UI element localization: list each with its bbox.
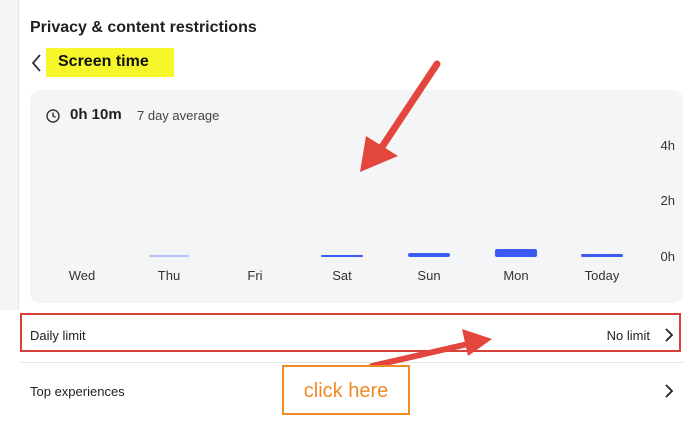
y-tick-label: 0h bbox=[660, 249, 675, 264]
bar-thu bbox=[149, 255, 189, 257]
chevron-left-icon[interactable] bbox=[28, 52, 48, 74]
bar-today bbox=[581, 254, 623, 257]
click-here-callout: click here bbox=[282, 365, 410, 415]
screen-title-highlight: Screen time bbox=[46, 48, 174, 77]
day-label: Fri bbox=[247, 268, 263, 283]
clock-icon bbox=[46, 109, 60, 123]
day-label: Thu bbox=[157, 268, 181, 283]
bar-sun bbox=[408, 253, 450, 257]
bar-sat bbox=[321, 255, 363, 257]
left-rail bbox=[0, 0, 19, 310]
chevron-right-icon[interactable] bbox=[662, 383, 676, 399]
y-tick-label: 2h bbox=[660, 193, 675, 208]
y-tick-label: 4h bbox=[660, 138, 675, 153]
day-label: Mon bbox=[503, 268, 529, 283]
day-label: Sun bbox=[417, 268, 441, 283]
top-experiences-label: Top experiences bbox=[30, 384, 125, 399]
screen-title: Screen time bbox=[58, 53, 149, 70]
average-label: 7 day average bbox=[137, 108, 220, 123]
day-label: Sat bbox=[332, 268, 352, 283]
callout-text: click here bbox=[303, 380, 389, 402]
day-label: Today bbox=[584, 268, 620, 283]
page-title: Privacy & content restrictions bbox=[30, 19, 257, 36]
screen-time-card: 0h 10m 7 day average 4h 2h 0h Wed Thu Fr… bbox=[30, 90, 683, 303]
daily-limit-highlight bbox=[20, 313, 681, 352]
average-value: 0h 10m bbox=[70, 106, 122, 123]
bar-mon bbox=[495, 249, 537, 257]
day-label: Wed bbox=[68, 268, 96, 283]
divider bbox=[20, 362, 684, 363]
